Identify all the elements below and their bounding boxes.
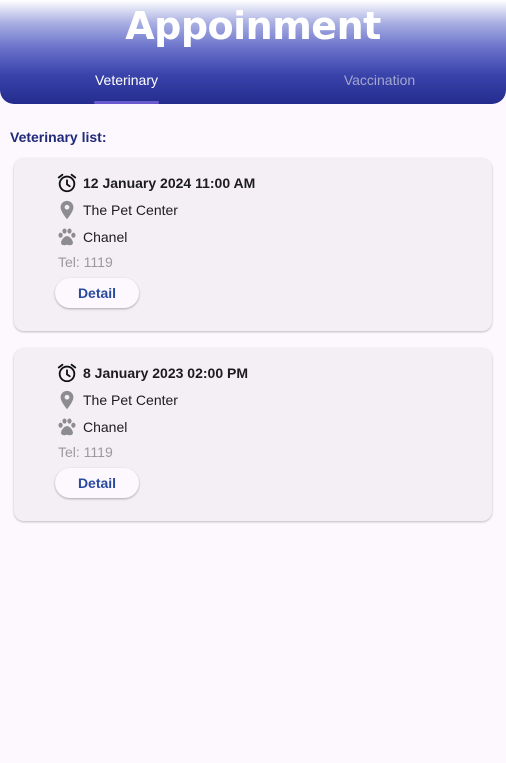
appointment-place: The Pet Center bbox=[56, 198, 178, 222]
appointment-time: 12 January 2024 11:00 AM bbox=[56, 171, 255, 195]
pet-name: Chanel bbox=[83, 419, 128, 435]
detail-button[interactable]: Detail bbox=[55, 468, 139, 498]
paw-icon bbox=[56, 416, 78, 438]
place-name: The Pet Center bbox=[83, 392, 178, 408]
alarm-clock-icon bbox=[56, 362, 78, 384]
pet-name: Chanel bbox=[83, 229, 128, 245]
appointment-datetime: 8 January 2023 02:00 PM bbox=[83, 365, 248, 381]
telephone: Tel: 1119 bbox=[58, 254, 113, 270]
alarm-clock-icon bbox=[56, 172, 78, 194]
appointment-card[interactable]: 12 January 2024 11:00 AM The Pet Center … bbox=[14, 158, 492, 331]
page-title: Appoinment bbox=[125, 4, 381, 48]
location-pin-icon bbox=[56, 199, 78, 221]
appointment-pet: Chanel bbox=[56, 415, 127, 439]
place-name: The Pet Center bbox=[83, 202, 178, 218]
appointment-time: 8 January 2023 02:00 PM bbox=[56, 361, 248, 385]
location-pin-icon bbox=[56, 389, 78, 411]
tab-vaccination[interactable]: Vaccination bbox=[253, 72, 506, 88]
section-label: Veterinary list: bbox=[10, 129, 107, 145]
appointment-place: The Pet Center bbox=[56, 388, 178, 412]
appointment-datetime: 12 January 2024 11:00 AM bbox=[83, 175, 256, 191]
telephone: Tel: 1119 bbox=[58, 444, 113, 460]
tab-indicator bbox=[94, 101, 159, 104]
appointment-card[interactable]: 8 January 2023 02:00 PM The Pet Center C… bbox=[14, 348, 492, 521]
paw-icon bbox=[56, 226, 78, 248]
detail-button[interactable]: Detail bbox=[55, 278, 139, 308]
tab-veterinary[interactable]: Veterinary bbox=[0, 72, 253, 88]
appointment-pet: Chanel bbox=[56, 225, 127, 249]
app-header: Appoinment Veterinary Vaccination bbox=[0, 0, 506, 104]
